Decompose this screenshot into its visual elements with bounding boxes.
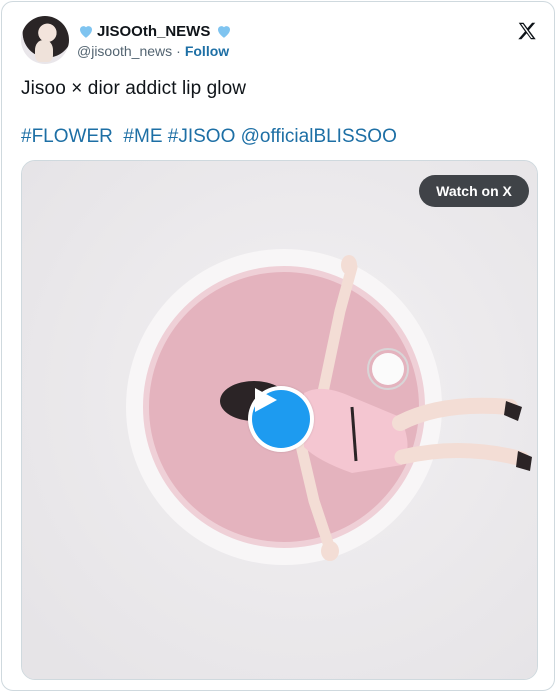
tweet-card[interactable]: JISOOth_NEWS @jisooth_news · Follow Jiso…	[1, 1, 555, 691]
x-logo-icon[interactable]	[516, 20, 538, 42]
hashtag-jisoo[interactable]: #JISOO	[168, 126, 236, 147]
tweet-header: JISOOth_NEWS @jisooth_news · Follow	[21, 16, 541, 66]
handle[interactable]: @jisooth_news	[77, 43, 172, 59]
hashtag-row: #FLOWER #ME #JISOO @officialBLISSOO	[21, 126, 397, 148]
play-button[interactable]	[248, 386, 314, 452]
separator: ·	[176, 43, 181, 59]
watch-on-x-button[interactable]: Watch on X	[419, 175, 529, 207]
video-player[interactable]: Watch on X	[21, 160, 538, 680]
heart-icon	[218, 26, 231, 38]
hashtag-me[interactable]: #ME	[123, 126, 162, 147]
avatar[interactable]	[21, 16, 69, 64]
play-icon	[255, 388, 277, 412]
display-name[interactable]: JISOOth_NEWS	[97, 23, 210, 40]
heart-icon	[80, 26, 92, 38]
mention-officialblissoo[interactable]: @officialBLISSOO	[241, 126, 397, 147]
play-button-fill	[252, 388, 310, 448]
tweet-text: Jisoo × dior addict lip glow	[21, 78, 247, 99]
name-row: JISOOth_NEWS	[77, 21, 233, 41]
handle-row: @jisooth_news · Follow	[77, 43, 229, 59]
hashtag-flower[interactable]: #FLOWER	[21, 126, 113, 147]
follow-button[interactable]: Follow	[185, 43, 229, 59]
